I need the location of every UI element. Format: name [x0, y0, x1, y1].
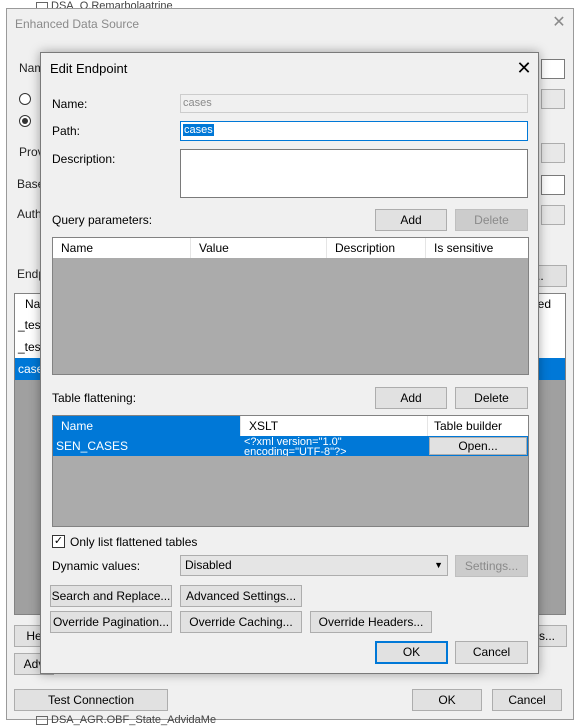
name-field: cases	[180, 94, 528, 113]
base-input[interactable]	[541, 175, 565, 195]
cancel-label: Cancel	[472, 645, 511, 659]
bg-button-s-label: s...	[538, 629, 555, 643]
only-flattened-label: Only list flattened tables	[70, 535, 198, 549]
chevron-down-icon: ▼	[434, 560, 443, 570]
description-field[interactable]	[180, 149, 528, 198]
tree-item-label: DSA_AGR.OBF_State_AdvidaMe	[51, 714, 217, 726]
tf-grid-header: Name XSLT Table builder	[53, 416, 528, 436]
tf-col-name[interactable]: Name	[53, 416, 241, 436]
radio-option-2[interactable]	[19, 115, 31, 127]
settings-label: Settings...	[464, 559, 519, 573]
auth-combo[interactable]	[541, 205, 565, 225]
qp-col-description[interactable]: Description	[327, 238, 426, 258]
override-pagination-button[interactable]: Override Pagination...	[50, 611, 172, 633]
search-replace-label: Search and Replace...	[51, 589, 171, 603]
test-connection-label: Test Connection	[47, 693, 135, 707]
qp-add-button[interactable]: Add	[375, 209, 447, 231]
qp-delete-label: Delete	[474, 213, 509, 227]
description-label: Description:	[52, 152, 116, 166]
close-icon[interactable]: ✕	[515, 59, 533, 77]
advanced-settings-button[interactable]: Advanced Settings...	[180, 585, 302, 607]
table-flattening-grid[interactable]: Name XSLT Table builder SEN_CASES <?xml …	[52, 415, 529, 527]
bg-cancel-button[interactable]: Cancel	[492, 689, 562, 711]
auth-label: Auth	[17, 207, 42, 221]
tf-row-name[interactable]: SEN_CASES	[53, 436, 241, 456]
tf-add-label: Add	[400, 391, 422, 405]
qp-col-name[interactable]: Name	[53, 238, 191, 258]
qp-grid-header: Name Value Description Is sensitive	[53, 238, 528, 258]
qp-col-is-sensitive[interactable]: Is sensitive	[426, 238, 528, 258]
override-headers-button[interactable]: Override Headers...	[310, 611, 432, 633]
table-flattening-label: Table flattening:	[52, 391, 137, 405]
qp-col-value[interactable]: Value	[191, 238, 327, 258]
table-row[interactable]: SEN_CASES <?xml version="1.0" encoding="…	[53, 436, 528, 456]
path-field[interactable]: cases	[180, 121, 528, 141]
table-icon	[36, 715, 48, 725]
tf-add-button[interactable]: Add	[375, 387, 447, 409]
bg-ok-label: OK	[438, 693, 456, 707]
query-parameters-grid[interactable]: Name Value Description Is sensitive	[52, 237, 529, 375]
radio-option-1[interactable]	[19, 93, 31, 105]
dynamic-values-label: Dynamic values:	[52, 559, 141, 573]
override-headers-label: Override Headers...	[318, 615, 424, 629]
provider-combo[interactable]	[541, 143, 565, 163]
only-flattened-checkbox[interactable]: ✓	[52, 535, 65, 548]
search-replace-button[interactable]: Search and Replace...	[50, 585, 172, 607]
advanced-settings-label: Advanced Settings...	[185, 589, 297, 603]
settings-button[interactable]: Settings...	[455, 555, 528, 577]
qp-delete-button[interactable]: Delete	[455, 209, 528, 231]
name-label: Name:	[52, 97, 88, 111]
override-caching-button[interactable]: Override Caching...	[180, 611, 302, 633]
combo-box[interactable]	[541, 89, 565, 109]
dynamic-values-select[interactable]: Disabled ▼	[180, 555, 448, 576]
window-title: Enhanced Data Source	[15, 17, 140, 31]
name-input[interactable]	[541, 59, 565, 79]
path-label: Path:	[52, 124, 81, 138]
qp-add-label: Add	[400, 213, 422, 227]
tf-row-xslt[interactable]: <?xml version="1.0" encoding="UTF-8"?>	[241, 436, 428, 456]
close-icon[interactable]: ✕	[551, 15, 567, 31]
edit-endpoint-dialog: Edit Endpoint ✕ Name: cases Path: cases …	[40, 52, 539, 674]
checkmark-icon: ✓	[53, 535, 64, 547]
bg-ok-button[interactable]: OK	[412, 689, 482, 711]
override-caching-label: Override Caching...	[189, 615, 293, 629]
dialog-title: Edit Endpoint	[50, 61, 128, 76]
query-parameters-label: Query parameters:	[52, 213, 153, 227]
tf-delete-label: Delete	[474, 391, 509, 405]
ok-button[interactable]: OK	[375, 641, 448, 664]
tf-row-open-label: Open...	[458, 439, 498, 453]
cancel-button[interactable]: Cancel	[455, 641, 528, 664]
bg-cancel-label: Cancel	[508, 693, 546, 707]
ok-label: OK	[402, 645, 421, 659]
path-field-value: cases	[183, 124, 214, 136]
override-pagination-label: Override Pagination...	[52, 615, 170, 629]
tf-row-xslt-line2: encoding="UTF-8"?>	[244, 446, 347, 457]
dynamic-values-value: Disabled	[185, 558, 232, 572]
tree-item-bottom: DSA_AGR.OBF_State_AdvidaMe	[36, 714, 216, 726]
test-connection-button[interactable]: Test Connection	[14, 689, 168, 711]
tf-delete-button[interactable]: Delete	[455, 387, 528, 409]
tf-col-table-builder[interactable]: Table builder	[428, 416, 528, 436]
name-field-value: cases	[183, 97, 212, 109]
tf-col-xslt[interactable]: XSLT	[241, 416, 428, 436]
tf-row-builder-cell: Open...	[428, 436, 528, 456]
tf-row-open-button[interactable]: Open...	[429, 437, 527, 455]
